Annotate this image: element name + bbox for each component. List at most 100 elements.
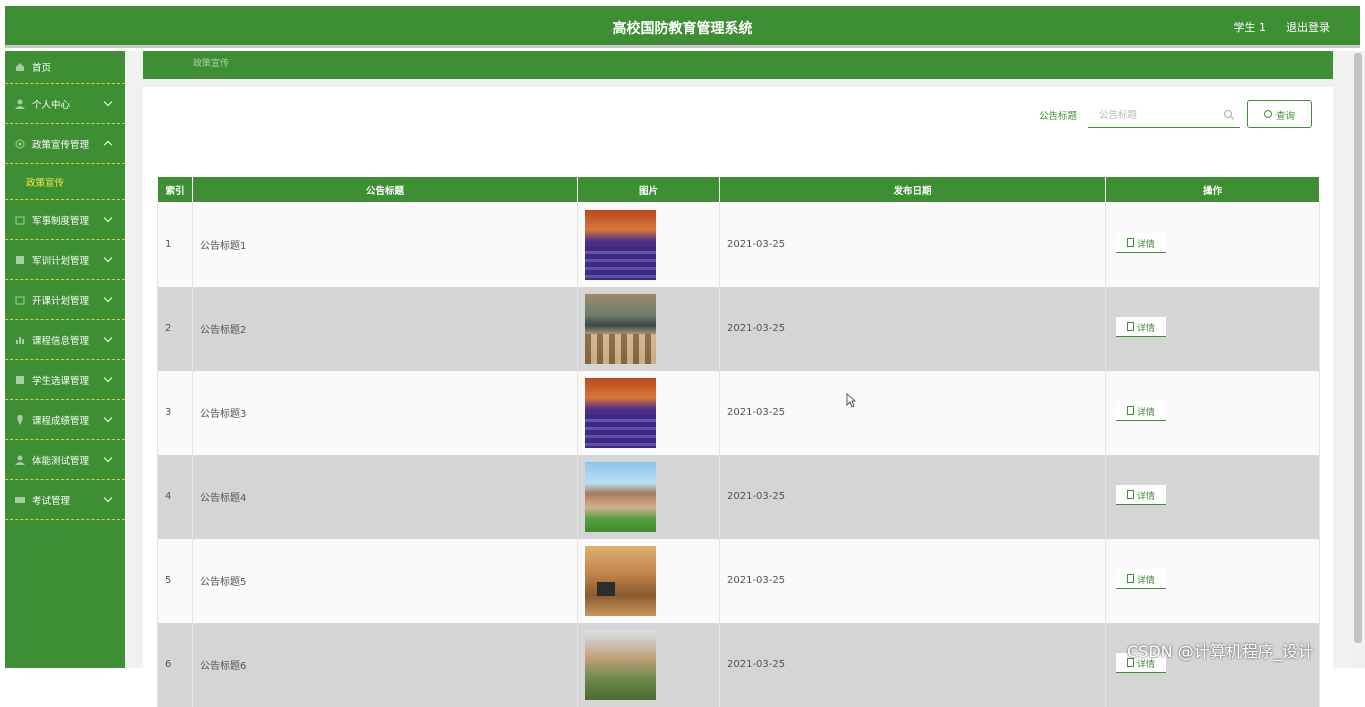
top-header: 高校国防教育管理系统 学生 1 退出登录 [5,6,1360,48]
column-header-date: 发布日期 [719,176,1106,203]
row-index: 2 [157,286,193,371]
document-icon [1127,490,1134,499]
chevron-down-icon [103,253,113,262]
row-index: 5 [157,538,193,623]
campus-building-image[interactable] [585,461,656,532]
sidebar-item-home[interactable]: 首页 [5,51,125,84]
sidebar-item-label: 开课计划管理 [32,295,90,307]
row-index: 3 [157,370,193,455]
sidebar-item-label: 考试管理 [32,495,71,507]
query-button[interactable]: 查询 [1247,100,1312,128]
detail-button-label: 详情 [1137,576,1156,586]
breadcrumb[interactable]: 政策宣传 [193,56,229,69]
row-date: 2021-03-25 [719,286,1106,371]
current-user[interactable]: 学生 1 [1234,19,1267,35]
classroom-image[interactable] [585,293,656,364]
sidebar-item-training-plan[interactable]: 军训计划管理 [5,240,125,280]
document-icon [1127,406,1134,415]
sidebar-item-label: 军事制度管理 [32,215,90,227]
dorm-room-image[interactable] [585,545,656,616]
chevron-down-icon [103,293,113,302]
chevron-up-icon [103,140,113,149]
chevron-down-icon [103,453,113,462]
column-header-index: 索引 [157,176,193,203]
detail-button[interactable]: 详情 [1116,317,1166,337]
table-row: 4 公告标题4 2021-03-25 详情 [157,454,1320,539]
detail-button[interactable]: 详情 [1116,401,1166,421]
detail-button[interactable]: 详情 [1116,233,1166,254]
chevron-down-icon [103,493,113,502]
sidebar-item-label: 课程信息管理 [32,335,90,347]
chevron-down-icon [103,333,113,342]
row-date: 2021-03-25 [719,454,1106,539]
table-row: 5 公告标题5 2021-03-25 详情 [157,538,1320,623]
row-title: 公告标题4 [192,454,578,539]
sidebar-item-policy-management[interactable]: 政策宣传管理 [5,124,125,164]
sidebar: 首页 个人中心 政策宣传管理 政策宣传 军事制度管理 军训计划管理 开课计划管理… [5,51,125,668]
sidebar-item-course-selection[interactable]: 学生选课管理 [5,360,125,400]
row-index: 4 [157,454,193,539]
detail-button[interactable]: 详情 [1116,569,1166,589]
table-row: 1 公告标题1 2021-03-25 详情 [157,202,1320,287]
chevron-down-icon [103,373,113,382]
scrollbar-thumb[interactable] [1354,53,1362,643]
lecture-hall-image[interactable] [585,377,656,448]
detail-button-label: 详情 [1137,408,1156,418]
calendar-icon [15,296,25,304]
search-box [1088,102,1240,128]
document-icon [1127,322,1134,331]
sidebar-item-label: 首页 [32,63,52,74]
sidebar-item-label: 政策宣传管理 [32,139,90,151]
detail-button-label: 详情 [1137,324,1156,334]
user-icon [15,455,25,465]
app-title: 高校国防教育管理系统 [612,21,753,37]
row-title: 公告标题2 [192,286,578,371]
sidebar-item-military-system[interactable]: 军事制度管理 [5,200,125,240]
search-icon [1224,110,1232,118]
detail-button-label: 详情 [1137,240,1156,251]
search-label: 公告标题 [1039,111,1078,122]
search-input[interactable] [1097,106,1221,124]
row-title: 公告标题5 [192,538,578,623]
pavilion-image[interactable] [585,629,656,700]
sidebar-item-exam-management[interactable]: 考试管理 [5,480,125,520]
sidebar-item-course-plan[interactable]: 开课计划管理 [5,280,125,320]
sidebar-item-course-grades[interactable]: 课程成绩管理 [5,400,125,440]
breadcrumb-bar: 政策宣传 [143,51,1333,79]
sidebar-item-label: 军训计划管理 [32,255,90,267]
notice-table: 索引 公告标题 图片 发布日期 操作 1 公告标题1 2021-03-25 详情… [157,176,1320,707]
calendar-icon [15,216,25,224]
detail-button-label: 详情 [1137,492,1156,502]
card-icon [15,496,25,503]
row-index: 6 [157,622,193,707]
location-icon [17,414,23,425]
column-header-title: 公告标题 [192,176,578,203]
document-icon [1127,574,1134,583]
sidebar-item-label: 课程成绩管理 [32,415,90,427]
sidebar-subitem-policy[interactable]: 政策宣传 [5,164,125,200]
mouse-cursor-icon [846,393,856,408]
sidebar-item-label: 体能测试管理 [32,455,90,467]
logout-link[interactable]: 退出登录 [1286,19,1330,35]
table-row: 2 公告标题2 2021-03-25 详情 [157,286,1320,371]
table-row: 6 公告标题6 2021-03-25 详情 [157,622,1320,707]
sidebar-subitem-label: 政策宣传 [26,177,65,189]
row-date: 2021-03-25 [719,622,1106,707]
sidebar-item-course-info[interactable]: 课程信息管理 [5,320,125,360]
sidebar-item-fitness-test[interactable]: 体能测试管理 [5,440,125,480]
sidebar-item-label: 个人中心 [32,99,71,111]
table-row: 3 公告标题3 2021-03-25 详情 [157,370,1320,455]
sidebar-item-personal-center[interactable]: 个人中心 [5,84,125,124]
chevron-down-icon [103,97,113,106]
table-header-row: 索引 公告标题 图片 发布日期 操作 [157,176,1320,203]
row-date: 2021-03-25 [719,370,1106,455]
query-button-label: 查询 [1276,111,1296,122]
home-icon [16,63,24,71]
list-icon [16,375,24,384]
lecture-hall-image[interactable] [585,209,656,280]
chevron-down-icon [103,213,113,222]
chevron-down-icon [103,413,113,422]
row-title: 公告标题6 [192,622,578,707]
row-title: 公告标题1 [192,202,578,287]
detail-button[interactable]: 详情 [1116,485,1166,505]
